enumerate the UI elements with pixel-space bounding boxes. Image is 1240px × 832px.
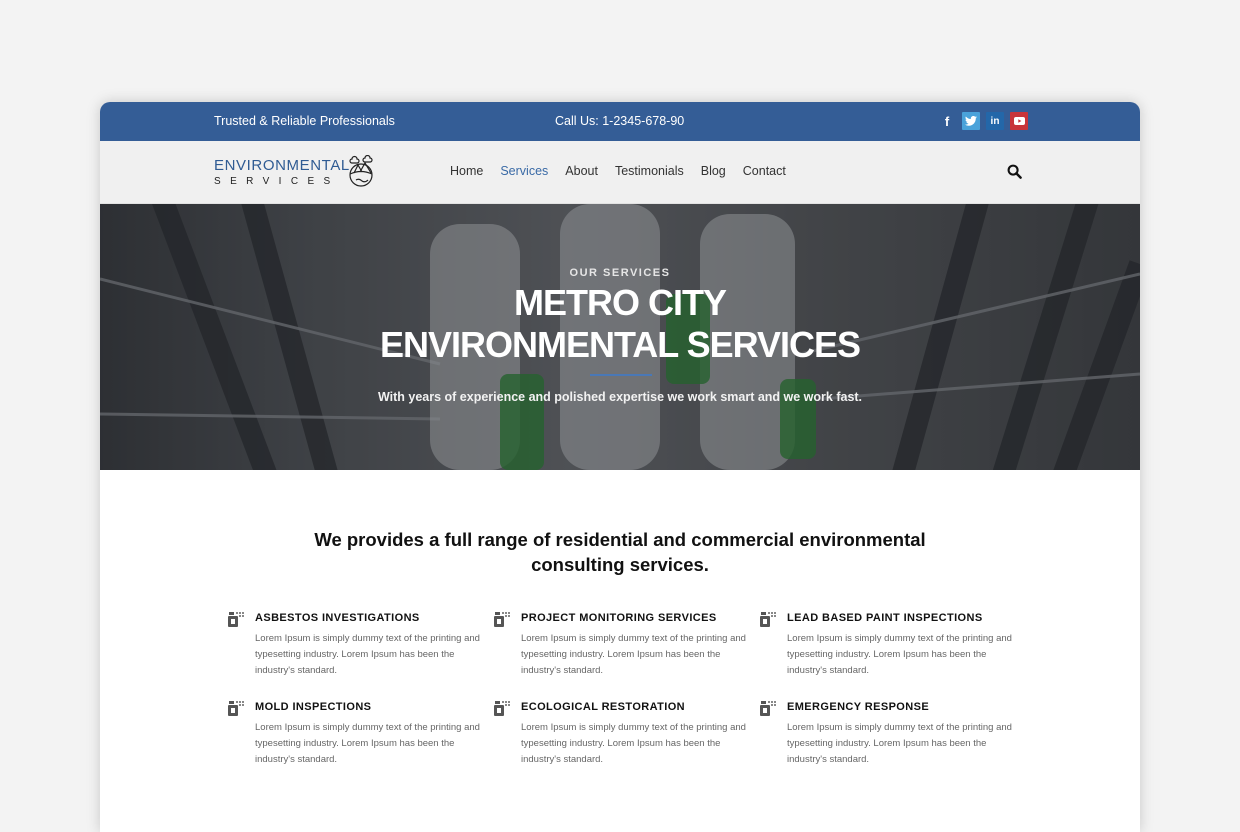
hero-banner: OUR SERVICES METRO CITY ENVIRONMENTAL SE…	[100, 204, 1140, 470]
service-description: Lorem Ipsum is simply dummy text of the …	[255, 633, 480, 676]
spray-bottle-icon	[228, 700, 246, 721]
service-item[interactable]: ASBESTOS INVESTIGATIONS Lorem Ipsum is s…	[228, 611, 494, 679]
twitter-icon[interactable]	[962, 112, 980, 130]
hero-title-line1: METRO CITY	[514, 282, 727, 323]
service-item[interactable]: PROJECT MONITORING SERVICES Lorem Ipsum …	[494, 611, 760, 679]
main-menu: Home Services About Testimonials Blog Co…	[450, 164, 803, 178]
service-item[interactable]: EMERGENCY RESPONSE Lorem Ipsum is simply…	[760, 700, 1026, 768]
main-navbar: ENVIRONMENTAL SERVICES Home Services Abo…	[100, 141, 1140, 204]
service-item[interactable]: LEAD BASED PAINT INSPECTIONS Lorem Ipsum…	[760, 611, 1026, 679]
social-links: f in	[938, 112, 1028, 130]
hero-subtitle: With years of experience and polished ex…	[377, 390, 863, 404]
intro-line1: We provides a full range of residential …	[314, 529, 926, 550]
nav-services[interactable]: Services	[500, 164, 548, 178]
youtube-icon[interactable]	[1010, 112, 1028, 130]
search-icon[interactable]	[1007, 164, 1023, 180]
service-title: ECOLOGICAL RESTORATION	[521, 701, 686, 713]
nav-blog[interactable]: Blog	[701, 164, 726, 178]
spray-bottle-icon	[494, 700, 512, 721]
service-description: Lorem Ipsum is simply dummy text of the …	[787, 633, 1012, 676]
tagline: Trusted & Reliable Professionals	[214, 114, 395, 128]
nav-contact[interactable]: Contact	[743, 164, 786, 178]
intro-line2: consulting services.	[531, 554, 709, 575]
hero-eyebrow: OUR SERVICES	[569, 267, 671, 279]
spray-bottle-icon	[228, 611, 246, 632]
nav-testimonials[interactable]: Testimonials	[615, 164, 684, 178]
top-bar: Trusted & Reliable Professionals Call Us…	[100, 102, 1140, 141]
hero-divider	[590, 374, 652, 376]
globe-landscape-icon	[349, 155, 373, 187]
spray-bottle-icon	[760, 611, 778, 632]
service-item[interactable]: MOLD INSPECTIONS Lorem Ipsum is simply d…	[228, 700, 494, 768]
service-title: ASBESTOS INVESTIGATIONS	[255, 612, 420, 624]
logo-text-secondary: SERVICES	[214, 176, 340, 187]
spray-bottle-icon	[494, 611, 512, 632]
nav-about[interactable]: About	[565, 164, 598, 178]
browser-frame: Trusted & Reliable Professionals Call Us…	[100, 102, 1140, 832]
hero-title-line2: ENVIRONMENTAL SERVICES	[379, 324, 861, 365]
hero-title: METRO CITY ENVIRONMENTAL SERVICES	[100, 282, 1140, 366]
linkedin-icon[interactable]: in	[986, 112, 1004, 130]
services-grid: ASBESTOS INVESTIGATIONS Lorem Ipsum is s…	[228, 611, 1028, 768]
service-description: Lorem Ipsum is simply dummy text of the …	[787, 722, 1012, 765]
site-logo[interactable]: ENVIRONMENTAL SERVICES	[214, 155, 373, 188]
phone-number[interactable]: Call Us: 1-2345-678-90	[555, 114, 684, 128]
nav-home[interactable]: Home	[450, 164, 483, 178]
facebook-icon[interactable]: f	[938, 112, 956, 130]
service-title: EMERGENCY RESPONSE	[787, 701, 930, 713]
service-description: Lorem Ipsum is simply dummy text of the …	[255, 722, 480, 765]
intro-heading: We provides a full range of residential …	[100, 527, 1140, 577]
service-title: LEAD BASED PAINT INSPECTIONS	[787, 612, 983, 624]
service-title: MOLD INSPECTIONS	[255, 701, 372, 713]
service-item[interactable]: ECOLOGICAL RESTORATION Lorem Ipsum is si…	[494, 700, 760, 768]
service-description: Lorem Ipsum is simply dummy text of the …	[521, 722, 746, 765]
service-description: Lorem Ipsum is simply dummy text of the …	[521, 633, 746, 676]
service-title: PROJECT MONITORING SERVICES	[521, 612, 717, 624]
spray-bottle-icon	[760, 700, 778, 721]
logo-text-primary: ENVIRONMENTAL	[214, 157, 350, 174]
